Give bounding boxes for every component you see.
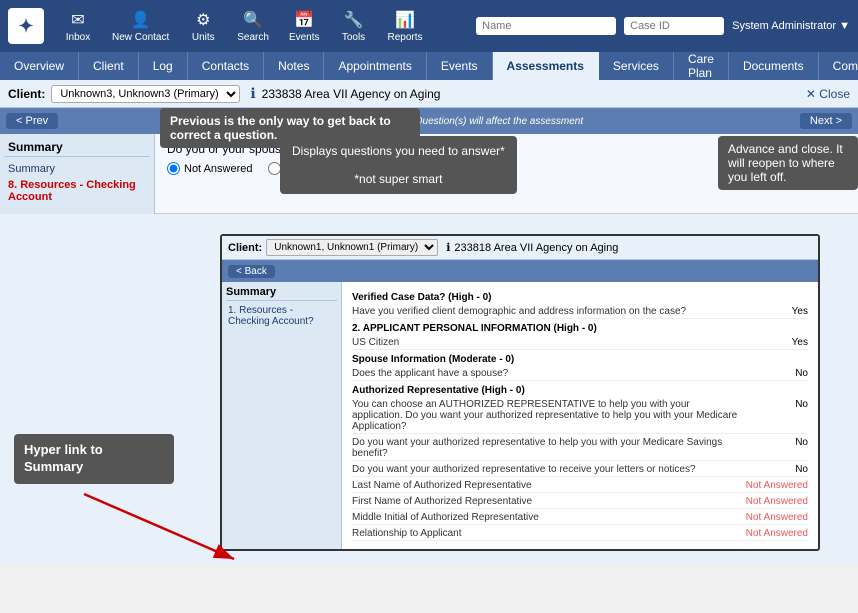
tab-notes[interactable]: Notes — [264, 52, 324, 80]
radio-not-answered-input[interactable] — [167, 162, 180, 175]
toolbar-events-label: Events — [289, 32, 320, 43]
inner-section-verified: Verified Case Data? (High - 0) — [352, 292, 808, 303]
annotation-center-text: Displays questions you need to answer**n… — [292, 144, 505, 186]
inner-row: First Name of Authorized Representative … — [352, 495, 808, 509]
inner-screenshot: Client: Unknown1, Unknown1 (Primary) ℹ 2… — [220, 234, 820, 551]
logo-icon: ✦ — [18, 16, 33, 37]
client-info-icon: ℹ — [250, 85, 255, 102]
name-field[interactable] — [476, 17, 616, 35]
tab-client[interactable]: Client — [79, 52, 139, 80]
tab-log[interactable]: Log — [139, 52, 188, 80]
radio-not-answered[interactable]: Not Answered — [167, 162, 252, 175]
inner-sidebar-item-resources[interactable]: 1. Resources - Checking Account? — [226, 304, 337, 328]
inner-back-button[interactable]: < Back — [228, 265, 275, 278]
inner-nav-bar: < Back — [222, 260, 818, 282]
assessment-wrapper: < Prev Note: Any change to Answered Ques… — [0, 108, 858, 214]
inner-case-icon: ℹ — [446, 241, 450, 254]
hyperlink-annotation: Hyper link to Summary — [14, 434, 174, 484]
inner-row: US Citizen Yes — [352, 336, 808, 350]
tab-events[interactable]: Events — [427, 52, 493, 80]
toolbar-tools[interactable]: 🔧 Tools — [332, 6, 376, 47]
toolbar-units-label: Units — [192, 32, 215, 43]
toolbar-inbox-label: Inbox — [66, 32, 90, 43]
toolbar-contact-label: New Contact — [112, 32, 169, 43]
inbox-icon: ✉ — [71, 10, 84, 30]
sidebar-title: Summary — [4, 138, 150, 157]
tab-assessments[interactable]: Assessments — [493, 52, 599, 80]
next-button[interactable]: Next > — [800, 113, 852, 129]
inner-client-bar: Client: Unknown1, Unknown1 (Primary) ℹ 2… — [222, 236, 818, 260]
toolbar-inbox[interactable]: ✉ Inbox — [56, 6, 100, 47]
inner-section-applicant: 2. APPLICANT PERSONAL INFORMATION (High … — [352, 323, 808, 334]
reports-icon: 📊 — [395, 10, 415, 30]
toolbar-tools-label: Tools — [342, 32, 365, 43]
client-label: Client: — [8, 87, 45, 101]
admin-menu[interactable]: System Administrator ▼ — [732, 20, 850, 32]
annotation-next: Advance and close. It will reopen to whe… — [718, 136, 858, 190]
inner-row: Do you want your authorized representati… — [352, 463, 808, 477]
inner-row: Do you want your authorized representati… — [352, 436, 808, 461]
bottom-section: Hyper link to Summary Client: Unknown1, … — [0, 214, 858, 565]
inner-section-auth: Authorized Representative (High - 0) — [352, 385, 808, 396]
prev-button[interactable]: < Prev — [6, 113, 58, 129]
sidebar: Summary Summary 8. Resources - Checking … — [0, 134, 155, 214]
inner-row: Relationship to Applicant Not Answered — [352, 527, 808, 541]
toolbar-events[interactable]: 📅 Events — [281, 6, 328, 47]
top-toolbar: ✦ ✉ Inbox 👤 New Contact ⚙ Units 🔍 Search… — [0, 0, 858, 52]
inner-row: Last Name of Authorized Representative N… — [352, 479, 808, 493]
inner-case-info: 233818 Area VII Agency on Aging — [454, 242, 618, 254]
inner-row: Does the applicant have a spouse? No — [352, 367, 808, 381]
inner-body: Summary 1. Resources - Checking Account?… — [222, 282, 818, 549]
search-icon: 🔍 — [243, 10, 263, 30]
nav-tabs: Overview Client Log Contacts Notes Appoi… — [0, 52, 858, 80]
caseid-field[interactable] — [624, 17, 724, 35]
tab-careplan[interactable]: Care Plan — [674, 52, 729, 80]
annotation-center: Displays questions you need to answer**n… — [280, 136, 517, 194]
toolbar-reports[interactable]: 📊 Reports — [380, 6, 431, 47]
tab-services[interactable]: Services — [599, 52, 674, 80]
inner-content: Verified Case Data? (High - 0) Have you … — [342, 282, 818, 549]
sidebar-item-summary[interactable]: Summary — [4, 161, 150, 177]
toolbar-search[interactable]: 🔍 Search — [229, 6, 277, 47]
annotation-bubble: Hyper link to Summary — [14, 434, 174, 484]
tab-overview[interactable]: Overview — [0, 52, 79, 80]
inner-client-select[interactable]: Unknown1, Unknown1 (Primary) — [266, 239, 438, 256]
page-wrapper: ✦ ✉ Inbox 👤 New Contact ⚙ Units 🔍 Search… — [0, 0, 858, 565]
inner-sidebar-title: Summary — [226, 286, 337, 301]
tab-communications[interactable]: Communications — [819, 52, 858, 80]
close-button[interactable]: ✕ Close — [806, 87, 850, 101]
tools-icon: 🔧 — [344, 10, 364, 30]
toolbar-units[interactable]: ⚙ Units — [181, 6, 225, 47]
client-select[interactable]: Unknown3, Unknown3 (Primary) — [51, 85, 240, 103]
assessment-nav: < Prev Note: Any change to Answered Ques… — [0, 108, 858, 134]
inner-client-label: Client: — [228, 242, 262, 254]
toolbar-reports-label: Reports — [388, 32, 423, 43]
tab-appointments[interactable]: Appointments — [324, 52, 426, 80]
inner-row: You can choose an AUTHORIZED REPRESENTAT… — [352, 398, 808, 434]
red-arrow-svg — [74, 484, 274, 574]
inner-row: Middle Initial of Authorized Representat… — [352, 511, 808, 525]
client-bar: Client: Unknown3, Unknown3 (Primary) ℹ 2… — [0, 80, 858, 108]
inner-row: Have you verified client demographic and… — [352, 305, 808, 319]
toolbar-contact[interactable]: 👤 New Contact — [104, 6, 177, 47]
events-icon: 📅 — [294, 10, 314, 30]
tab-contacts[interactable]: Contacts — [188, 52, 264, 80]
toolbar-search-label: Search — [237, 32, 269, 43]
sidebar-item-resources[interactable]: 8. Resources - Checking Account — [4, 177, 150, 205]
client-info: ℹ 233838 Area VII Agency on Aging — [250, 85, 440, 102]
app-logo: ✦ — [8, 8, 44, 44]
contact-icon: 👤 — [131, 10, 151, 30]
inner-section-spouse: Spouse Information (Moderate - 0) — [352, 354, 808, 365]
units-icon: ⚙ — [196, 10, 210, 30]
client-case-info: 233838 Area VII Agency on Aging — [262, 87, 441, 101]
tab-documents[interactable]: Documents — [729, 52, 819, 80]
